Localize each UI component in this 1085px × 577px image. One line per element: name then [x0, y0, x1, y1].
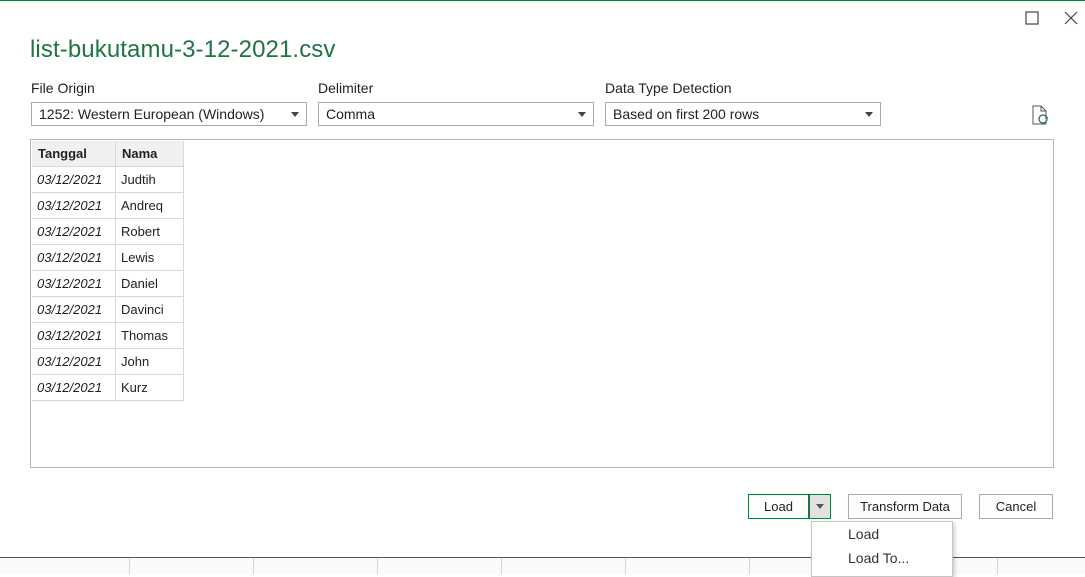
- cell-tanggal: 03/12/2021: [32, 192, 116, 219]
- cancel-button[interactable]: Cancel: [979, 494, 1053, 519]
- cell-nama: Kurz: [115, 374, 184, 401]
- cell-nama: Judtih: [115, 166, 184, 193]
- window-top-border: [0, 0, 1085, 1]
- maximize-button[interactable]: [1018, 6, 1046, 30]
- cell-nama: Thomas: [115, 322, 184, 349]
- table-row: 03/12/2021 Judtih: [32, 166, 184, 193]
- chevron-down-icon: [571, 103, 593, 125]
- chevron-down-icon: [816, 504, 824, 509]
- table-header-row: Tanggal Nama: [32, 141, 184, 167]
- sheet-gridline: [377, 558, 378, 574]
- menu-item-load[interactable]: Load: [812, 522, 952, 546]
- dialog-title: list-bukutamu-3-12-2021.csv: [30, 36, 336, 63]
- delimiter-value: Comma: [326, 106, 376, 122]
- load-options-button[interactable]: [809, 494, 831, 519]
- transform-data-button[interactable]: Transform Data: [848, 494, 962, 519]
- cell-nama: Robert: [115, 218, 184, 245]
- cell-tanggal: 03/12/2021: [32, 218, 116, 245]
- table-row: 03/12/2021 Davinci: [32, 296, 184, 323]
- table-row: 03/12/2021 Kurz: [32, 374, 184, 401]
- sheet-gridline: [997, 558, 998, 574]
- cell-nama: John: [115, 348, 184, 375]
- delimiter-label: Delimiter: [318, 80, 374, 96]
- data-type-detection-value: Based on first 200 rows: [613, 106, 760, 122]
- sheet-gridline: [129, 558, 130, 574]
- data-type-detection-select[interactable]: Based on first 200 rows: [605, 102, 881, 126]
- close-button[interactable]: [1057, 6, 1085, 30]
- cell-tanggal: 03/12/2021: [32, 270, 116, 297]
- data-preview-pane: Tanggal Nama 03/12/2021 Judtih 03/12/202…: [30, 139, 1054, 468]
- column-header-tanggal: Tanggal: [32, 141, 116, 167]
- chevron-down-icon: [284, 103, 306, 125]
- sheet-gridline: [501, 558, 502, 574]
- file-origin-label: File Origin: [31, 80, 95, 96]
- maximize-icon: [1025, 11, 1039, 25]
- menu-item-load-to[interactable]: Load To...: [812, 546, 952, 570]
- cell-tanggal: 03/12/2021: [32, 166, 116, 193]
- load-button[interactable]: Load: [748, 494, 809, 519]
- cell-tanggal: 03/12/2021: [32, 244, 116, 271]
- file-origin-select[interactable]: 1252: Western European (Windows): [31, 102, 307, 126]
- data-preview-table: Tanggal Nama 03/12/2021 Judtih 03/12/202…: [32, 141, 184, 401]
- table-row: 03/12/2021 Andreq: [32, 192, 184, 219]
- refresh-file-icon[interactable]: [1029, 104, 1051, 126]
- table-row: 03/12/2021 Daniel: [32, 270, 184, 297]
- table-row: 03/12/2021 Thomas: [32, 322, 184, 349]
- cell-tanggal: 03/12/2021: [32, 374, 116, 401]
- sheet-gridline: [253, 558, 254, 574]
- load-dropdown-menu: Load Load To...: [811, 521, 953, 577]
- cell-nama: Daniel: [115, 270, 184, 297]
- cell-nama: Lewis: [115, 244, 184, 271]
- table-row: 03/12/2021 Robert: [32, 218, 184, 245]
- sheet-gridline: [749, 558, 750, 574]
- cell-nama: Andreq: [115, 192, 184, 219]
- cell-tanggal: 03/12/2021: [32, 322, 116, 349]
- chevron-down-icon: [858, 103, 880, 125]
- table-row: 03/12/2021 Lewis: [32, 244, 184, 271]
- delimiter-select[interactable]: Comma: [318, 102, 594, 126]
- cell-tanggal: 03/12/2021: [32, 348, 116, 375]
- close-icon: [1064, 11, 1078, 25]
- cell-tanggal: 03/12/2021: [32, 296, 116, 323]
- column-header-nama: Nama: [115, 141, 184, 167]
- data-type-detection-label: Data Type Detection: [605, 80, 732, 96]
- table-row: 03/12/2021 John: [32, 348, 184, 375]
- sheet-gridline: [625, 558, 626, 574]
- cell-nama: Davinci: [115, 296, 184, 323]
- file-origin-value: 1252: Western European (Windows): [39, 106, 265, 122]
